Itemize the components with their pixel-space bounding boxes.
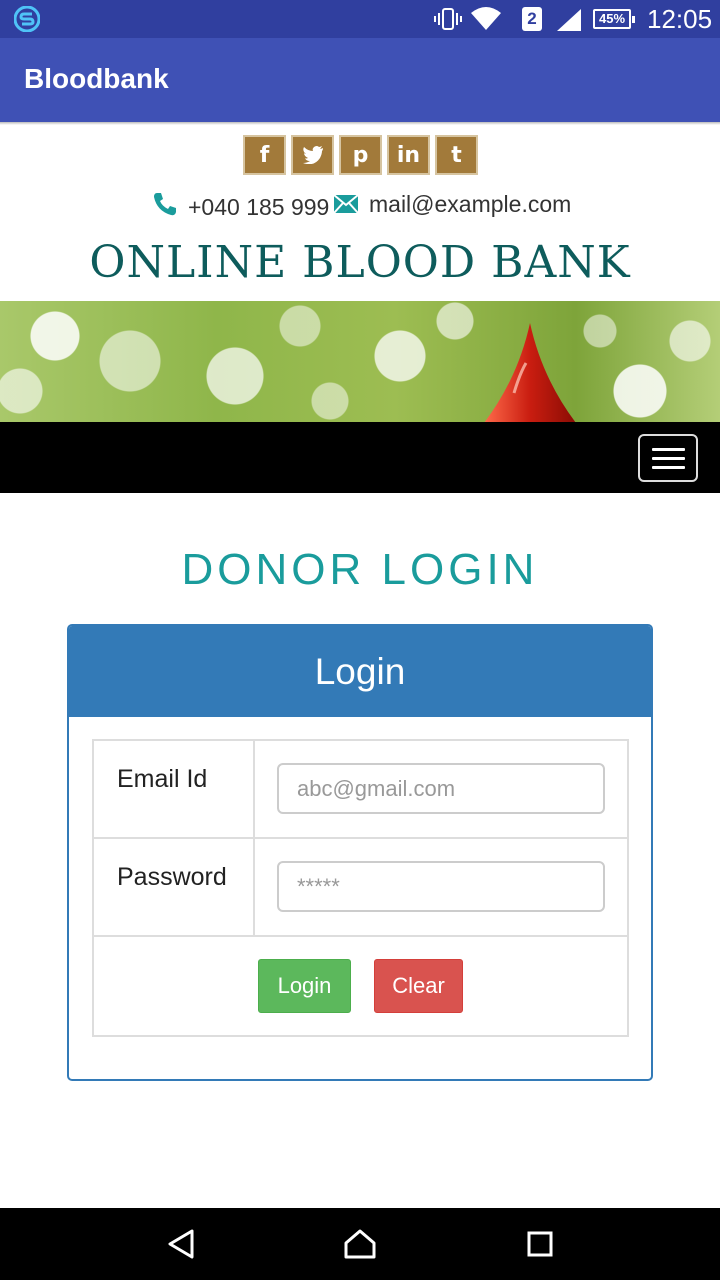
pinterest-icon[interactable]: p bbox=[339, 135, 382, 175]
hero-banner bbox=[0, 301, 720, 422]
contact-row: +040 185 999 mail@example.com bbox=[0, 188, 720, 222]
mail-icon bbox=[333, 194, 359, 214]
login-form: Email Id Password Login Clear bbox=[92, 739, 629, 1037]
social-links: f p in t bbox=[243, 135, 478, 175]
hamburger-line bbox=[652, 457, 685, 460]
sim-badge: 2 bbox=[522, 7, 542, 31]
email-link[interactable]: mail@example.com bbox=[369, 189, 571, 219]
clear-button[interactable]: Clear bbox=[374, 959, 463, 1013]
phone-icon bbox=[154, 193, 176, 216]
system-nav-bar bbox=[0, 1208, 720, 1280]
app-title: Bloodbank bbox=[24, 63, 169, 94]
status-time: 12:05 bbox=[647, 4, 713, 34]
site-title: ONLINE BLOOD BANK bbox=[89, 237, 631, 288]
password-field[interactable] bbox=[277, 861, 605, 912]
page-heading: DONOR LOGIN bbox=[181, 545, 539, 594]
login-panel: Login Email Id Password Login Clear bbox=[67, 624, 653, 1081]
hamburger-line bbox=[652, 466, 685, 469]
site-navbar bbox=[0, 422, 720, 493]
hamburger-line bbox=[652, 448, 685, 451]
password-input-cell bbox=[255, 839, 627, 935]
password-row: Password bbox=[94, 839, 627, 937]
email-field[interactable] bbox=[277, 763, 605, 814]
signal-icon bbox=[557, 9, 581, 31]
battery-indicator: 45% bbox=[593, 9, 635, 29]
phone-number[interactable]: +040 185 999 bbox=[188, 192, 329, 222]
home-icon[interactable] bbox=[343, 1228, 377, 1260]
linkedin-icon[interactable]: in bbox=[387, 135, 430, 175]
menu-toggle-button[interactable] bbox=[638, 434, 698, 482]
facebook-icon[interactable]: f bbox=[243, 135, 286, 175]
login-button[interactable]: Login bbox=[258, 959, 351, 1013]
app-notification-icon bbox=[14, 6, 40, 32]
recents-icon[interactable] bbox=[526, 1228, 554, 1260]
app-bar: Bloodbank bbox=[0, 38, 720, 122]
twitter-icon[interactable] bbox=[291, 135, 334, 175]
email-label: Email Id bbox=[94, 741, 255, 837]
tumblr-icon[interactable]: t bbox=[435, 135, 478, 175]
password-label: Password bbox=[94, 839, 255, 935]
blood-drop-image bbox=[484, 323, 576, 422]
button-row: Login Clear bbox=[94, 937, 627, 1035]
back-icon[interactable] bbox=[166, 1228, 196, 1260]
email-row: Email Id bbox=[94, 741, 627, 839]
email-input-cell bbox=[255, 741, 627, 837]
status-bar: 2 45% 12:05 bbox=[0, 0, 720, 38]
app-bar-shadow bbox=[0, 122, 720, 125]
vibrate-icon bbox=[434, 8, 462, 30]
wifi-icon bbox=[471, 7, 501, 30]
login-panel-title: Login bbox=[69, 626, 651, 717]
